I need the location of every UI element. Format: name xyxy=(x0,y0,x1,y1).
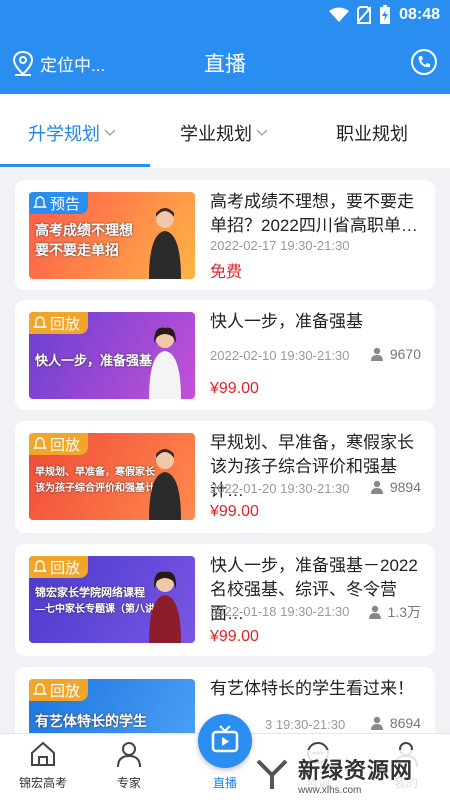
phone-button[interactable] xyxy=(410,48,438,81)
live-price: ¥99.00 xyxy=(210,503,259,520)
viewer-count: 9670 xyxy=(370,346,421,362)
live-time: 2022-01-18 19:30-21:30 xyxy=(210,604,350,619)
live-title: 有艺体特长的学生看过来！ xyxy=(210,679,414,698)
live-time: 2022-01-20 19:30-21:30 xyxy=(210,481,350,496)
chevron-down-icon xyxy=(104,129,116,137)
bell-icon xyxy=(33,683,47,695)
presenter-figure xyxy=(149,449,181,520)
nav-expert[interactable]: 专家 xyxy=(89,740,169,791)
live-price: ¥99.00 xyxy=(210,380,259,397)
bell-icon xyxy=(33,560,47,572)
live-title: 高考成绩不理想，要不要走单招？2022四川省高职单… xyxy=(210,192,418,235)
home-icon xyxy=(31,741,55,766)
no-sim-icon xyxy=(357,6,372,24)
status-badge: 回放 xyxy=(29,679,89,701)
presenter-figure xyxy=(149,327,181,399)
status-badge: 回放 xyxy=(29,556,89,578)
battery-charging-icon xyxy=(380,5,391,24)
tab-academic-planning[interactable]: 学业规划 xyxy=(180,120,268,146)
app-header: 定位中... 直播 xyxy=(0,32,450,94)
banner-line: 高考成绩不理想 xyxy=(35,222,133,238)
status-time: 08:48 xyxy=(399,6,440,23)
live-tv-icon xyxy=(211,725,239,753)
live-title: 快人一步，准备强基 xyxy=(210,312,363,331)
status-bar: 08:48 xyxy=(0,0,450,32)
tab-label: 职业规划 xyxy=(336,124,408,144)
live-price: ¥99.00 xyxy=(210,628,259,645)
live-card[interactable]: 回放 锦宏家长学院网络课程 —七中家长专题课（第八讲） 快人一步，准备强基－20… xyxy=(15,544,435,656)
bell-icon xyxy=(33,316,47,328)
live-thumbnail[interactable]: 回放 早规划、早准备，寒假家长 该为孩子综合评价和强基计划 xyxy=(29,433,195,520)
status-badge: 预告 xyxy=(29,192,89,214)
live-card[interactable]: 回放 快人一步，准备强基 快人一步，准备强基 2022-02-10 19:30-… xyxy=(15,300,435,410)
live-button[interactable] xyxy=(198,714,252,768)
watermark-url: www.xlhs.com xyxy=(298,784,362,796)
bell-icon xyxy=(33,437,47,449)
banner-line: 早规划、早准备，寒假家长 xyxy=(35,467,155,478)
watermark: 新绿资源网 www.xlhs.com xyxy=(250,750,430,798)
live-thumbnail[interactable]: 回放 锦宏家长学院网络课程 —七中家长专题课（第八讲） xyxy=(29,556,195,643)
live-card[interactable]: 回放 早规划、早准备，寒假家长 该为孩子综合评价和强基计划 早规划、早准备，寒假… xyxy=(15,421,435,533)
presenter-figure xyxy=(149,571,181,643)
tab-label: 升学规划 xyxy=(28,124,100,144)
status-icons: 08:48 xyxy=(329,5,440,25)
tab-label: 学业规划 xyxy=(180,124,252,144)
person-icon xyxy=(368,605,381,619)
live-thumbnail[interactable]: 回放 快人一步，准备强基 xyxy=(29,312,195,399)
person-icon xyxy=(370,480,383,494)
nav-home[interactable]: 锦宏高考 xyxy=(3,740,83,791)
banner-line: 锦宏家长学院网络课程 xyxy=(35,587,145,599)
status-badge: 回放 xyxy=(29,433,89,455)
watermark-logo-icon xyxy=(256,759,288,789)
watermark-text: 新绿资源网 xyxy=(298,757,414,783)
person-icon xyxy=(370,347,383,361)
wifi-icon xyxy=(329,7,350,22)
viewer-count: 9894 xyxy=(370,479,421,495)
tab-career-planning[interactable]: 职业规划 xyxy=(336,120,408,146)
live-time: 2022-02-17 19:30-21:30 xyxy=(210,238,350,253)
live-price: 免费 xyxy=(210,264,243,281)
person-icon xyxy=(370,716,383,730)
page-title: 直播 xyxy=(204,53,246,76)
banner-line: 快人一步，准备强基 xyxy=(35,353,153,368)
presenter-figure xyxy=(149,208,181,279)
active-tab-indicator xyxy=(0,164,150,167)
viewer-count: 8694 xyxy=(370,715,421,731)
live-card[interactable]: 预告 高考成绩不理想 要不要走单招 高考成绩不理想，要不要走单招？2022四川省… xyxy=(15,180,435,290)
viewer-count: 1.3万 xyxy=(368,602,421,622)
live-time: 3 19:30-21:30 xyxy=(265,717,346,732)
expert-icon xyxy=(117,742,141,768)
tab-admission-planning[interactable]: 升学规划 xyxy=(28,120,116,146)
live-time: 2022-02-10 19:30-21:30 xyxy=(210,348,350,363)
banner-line: 要不要走单招 xyxy=(35,242,119,258)
chevron-down-icon xyxy=(256,129,268,137)
bell-icon xyxy=(33,196,47,208)
banner-line: 有艺体特长的学生 xyxy=(35,713,147,729)
status-badge: 回放 xyxy=(29,312,89,334)
category-tabs: 升学规划 学业规划 职业规划 xyxy=(0,94,450,168)
live-thumbnail[interactable]: 预告 高考成绩不理想 要不要走单招 xyxy=(29,192,195,279)
phone-icon xyxy=(411,49,437,75)
